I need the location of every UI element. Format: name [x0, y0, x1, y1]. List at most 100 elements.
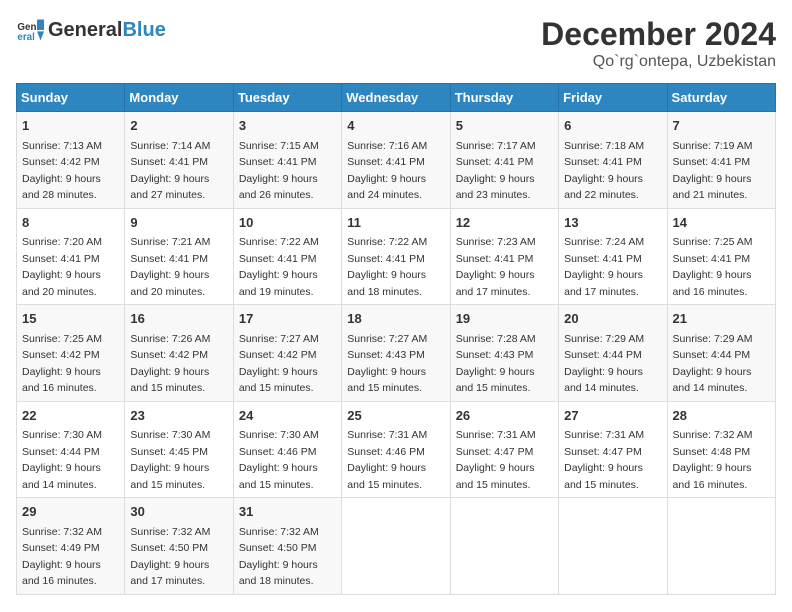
calendar-day-cell: 1 Sunrise: 7:13 AMSunset: 4:42 PMDaylight…	[17, 112, 125, 209]
day-number: 3	[239, 116, 336, 136]
day-number: 16	[130, 309, 227, 329]
calendar-day-cell: 22 Sunrise: 7:30 AMSunset: 4:44 PMDayligh…	[17, 401, 125, 498]
calendar-day-cell: 4Sunrise: 7:16 AMSunset: 4:41 PMDaylight…	[342, 112, 450, 209]
calendar-day-cell	[450, 498, 558, 595]
calendar-day-cell: 30Sunrise: 7:32 AMSunset: 4:50 PMDayligh…	[125, 498, 233, 595]
col-thursday: Thursday	[450, 84, 558, 112]
day-number: 13	[564, 213, 661, 233]
day-number: 9	[130, 213, 227, 233]
col-monday: Monday	[125, 84, 233, 112]
day-info: Sunrise: 7:28 AMSunset: 4:43 PMDaylight:…	[456, 333, 536, 395]
calendar-day-cell	[667, 498, 775, 595]
page-header: Gen eral GeneralBlue December 2024 Qo`rg…	[16, 16, 776, 71]
day-number: 22	[22, 406, 119, 426]
day-info: Sunrise: 7:26 AMSunset: 4:42 PMDaylight:…	[130, 333, 210, 395]
day-info: Sunrise: 7:31 AMSunset: 4:47 PMDaylight:…	[564, 429, 644, 491]
day-info: Sunrise: 7:13 AMSunset: 4:42 PMDaylight:…	[22, 140, 102, 202]
day-info: Sunrise: 7:31 AMSunset: 4:46 PMDaylight:…	[347, 429, 427, 491]
calendar-day-cell: 24 Sunrise: 7:30 AMSunset: 4:46 PMDayligh…	[233, 401, 341, 498]
calendar-week-row: 1 Sunrise: 7:13 AMSunset: 4:42 PMDaylight…	[17, 112, 776, 209]
calendar-week-row: 8Sunrise: 7:20 AMSunset: 4:41 PMDaylight…	[17, 208, 776, 305]
col-sunday: Sunday	[17, 84, 125, 112]
calendar-day-cell: 11 Sunrise: 7:22 AMSunset: 4:41 PMDayligh…	[342, 208, 450, 305]
calendar-day-cell: 7Sunrise: 7:19 AMSunset: 4:41 PMDaylight…	[667, 112, 775, 209]
day-info: Sunrise: 7:27 AMSunset: 4:43 PMDaylight:…	[347, 333, 427, 395]
calendar-day-cell: 5 Sunrise: 7:17 AMSunset: 4:41 PMDaylight…	[450, 112, 558, 209]
day-number: 18	[347, 309, 444, 329]
day-info: Sunrise: 7:27 AMSunset: 4:42 PMDaylight:…	[239, 333, 319, 395]
calendar-day-cell: 23Sunrise: 7:30 AMSunset: 4:45 PMDayligh…	[125, 401, 233, 498]
calendar-day-cell	[559, 498, 667, 595]
calendar-day-cell: 14Sunrise: 7:25 AMSunset: 4:41 PMDayligh…	[667, 208, 775, 305]
calendar-day-cell: 18 Sunrise: 7:27 AMSunset: 4:43 PMDayligh…	[342, 305, 450, 402]
calendar-day-cell: 29Sunrise: 7:32 AMSunset: 4:49 PMDayligh…	[17, 498, 125, 595]
day-number: 15	[22, 309, 119, 329]
day-number: 7	[673, 116, 770, 136]
day-info: Sunrise: 7:29 AMSunset: 4:44 PMDaylight:…	[673, 333, 753, 395]
day-info: Sunrise: 7:18 AMSunset: 4:41 PMDaylight:…	[564, 140, 644, 202]
calendar-week-row: 22 Sunrise: 7:30 AMSunset: 4:44 PMDayligh…	[17, 401, 776, 498]
logo-wordmark: GeneralBlue	[48, 19, 166, 42]
title-block: December 2024 Qo`rg`ontepa, Uzbekistan	[541, 16, 776, 71]
day-number: 23	[130, 406, 227, 426]
calendar-day-cell: 6 Sunrise: 7:18 AMSunset: 4:41 PMDaylight…	[559, 112, 667, 209]
calendar-day-cell: 21 Sunrise: 7:29 AMSunset: 4:44 PMDayligh…	[667, 305, 775, 402]
calendar-day-cell: 2 Sunrise: 7:14 AMSunset: 4:41 PMDaylight…	[125, 112, 233, 209]
day-info: Sunrise: 7:32 AMSunset: 4:50 PMDaylight:…	[130, 526, 210, 588]
day-number: 11	[347, 213, 444, 233]
day-number: 1	[22, 116, 119, 136]
day-info: Sunrise: 7:22 AMSunset: 4:41 PMDaylight:…	[239, 236, 319, 298]
day-info: Sunrise: 7:21 AMSunset: 4:41 PMDaylight:…	[130, 236, 210, 298]
calendar-day-cell: 15 Sunrise: 7:25 AMSunset: 4:42 PMDayligh…	[17, 305, 125, 402]
calendar-day-cell: 17 Sunrise: 7:27 AMSunset: 4:42 PMDayligh…	[233, 305, 341, 402]
day-info: Sunrise: 7:16 AMSunset: 4:41 PMDaylight:…	[347, 140, 427, 202]
calendar-day-cell	[342, 498, 450, 595]
calendar-day-cell: 26 Sunrise: 7:31 AMSunset: 4:47 PMDayligh…	[450, 401, 558, 498]
page-subtitle: Qo`rg`ontepa, Uzbekistan	[541, 53, 776, 71]
day-number: 27	[564, 406, 661, 426]
calendar-day-cell: 28Sunrise: 7:32 AMSunset: 4:48 PMDayligh…	[667, 401, 775, 498]
calendar-day-cell: 12Sunrise: 7:23 AMSunset: 4:41 PMDayligh…	[450, 208, 558, 305]
col-wednesday: Wednesday	[342, 84, 450, 112]
day-number: 2	[130, 116, 227, 136]
day-number: 17	[239, 309, 336, 329]
calendar-day-cell: 13 Sunrise: 7:24 AMSunset: 4:41 PMDayligh…	[559, 208, 667, 305]
calendar-day-cell: 8Sunrise: 7:20 AMSunset: 4:41 PMDaylight…	[17, 208, 125, 305]
day-number: 31	[239, 502, 336, 522]
day-number: 5	[456, 116, 553, 136]
day-info: Sunrise: 7:17 AMSunset: 4:41 PMDaylight:…	[456, 140, 536, 202]
calendar-week-row: 15 Sunrise: 7:25 AMSunset: 4:42 PMDayligh…	[17, 305, 776, 402]
day-info: Sunrise: 7:30 AMSunset: 4:46 PMDaylight:…	[239, 429, 319, 491]
calendar-day-cell: 16 Sunrise: 7:26 AMSunset: 4:42 PMDayligh…	[125, 305, 233, 402]
day-info: Sunrise: 7:14 AMSunset: 4:41 PMDaylight:…	[130, 140, 210, 202]
svg-text:eral: eral	[17, 32, 35, 43]
day-number: 8	[22, 213, 119, 233]
day-number: 26	[456, 406, 553, 426]
day-info: Sunrise: 7:25 AMSunset: 4:42 PMDaylight:…	[22, 333, 102, 395]
day-number: 10	[239, 213, 336, 233]
day-number: 25	[347, 406, 444, 426]
day-info: Sunrise: 7:15 AMSunset: 4:41 PMDaylight:…	[239, 140, 319, 202]
day-number: 6	[564, 116, 661, 136]
calendar-day-cell: 25 Sunrise: 7:31 AMSunset: 4:46 PMDayligh…	[342, 401, 450, 498]
day-number: 12	[456, 213, 553, 233]
logo-icon: Gen eral	[16, 16, 44, 44]
calendar-week-row: 29Sunrise: 7:32 AMSunset: 4:49 PMDayligh…	[17, 498, 776, 595]
day-info: Sunrise: 7:24 AMSunset: 4:41 PMDaylight:…	[564, 236, 644, 298]
calendar-table: Sunday Monday Tuesday Wednesday Thursday…	[16, 83, 776, 595]
calendar-day-cell: 27 Sunrise: 7:31 AMSunset: 4:47 PMDayligh…	[559, 401, 667, 498]
logo-general: General	[48, 19, 122, 41]
calendar-day-cell: 10 Sunrise: 7:22 AMSunset: 4:41 PMDayligh…	[233, 208, 341, 305]
day-info: Sunrise: 7:30 AMSunset: 4:44 PMDaylight:…	[22, 429, 102, 491]
calendar-day-cell: 19Sunrise: 7:28 AMSunset: 4:43 PMDayligh…	[450, 305, 558, 402]
day-info: Sunrise: 7:22 AMSunset: 4:41 PMDaylight:…	[347, 236, 427, 298]
calendar-day-cell: 3 Sunrise: 7:15 AMSunset: 4:41 PMDaylight…	[233, 112, 341, 209]
day-number: 21	[673, 309, 770, 329]
calendar-day-cell: 9 Sunrise: 7:21 AMSunset: 4:41 PMDaylight…	[125, 208, 233, 305]
day-info: Sunrise: 7:31 AMSunset: 4:47 PMDaylight:…	[456, 429, 536, 491]
day-number: 24	[239, 406, 336, 426]
col-saturday: Saturday	[667, 84, 775, 112]
page-title: December 2024	[541, 16, 776, 53]
day-number: 20	[564, 309, 661, 329]
col-tuesday: Tuesday	[233, 84, 341, 112]
